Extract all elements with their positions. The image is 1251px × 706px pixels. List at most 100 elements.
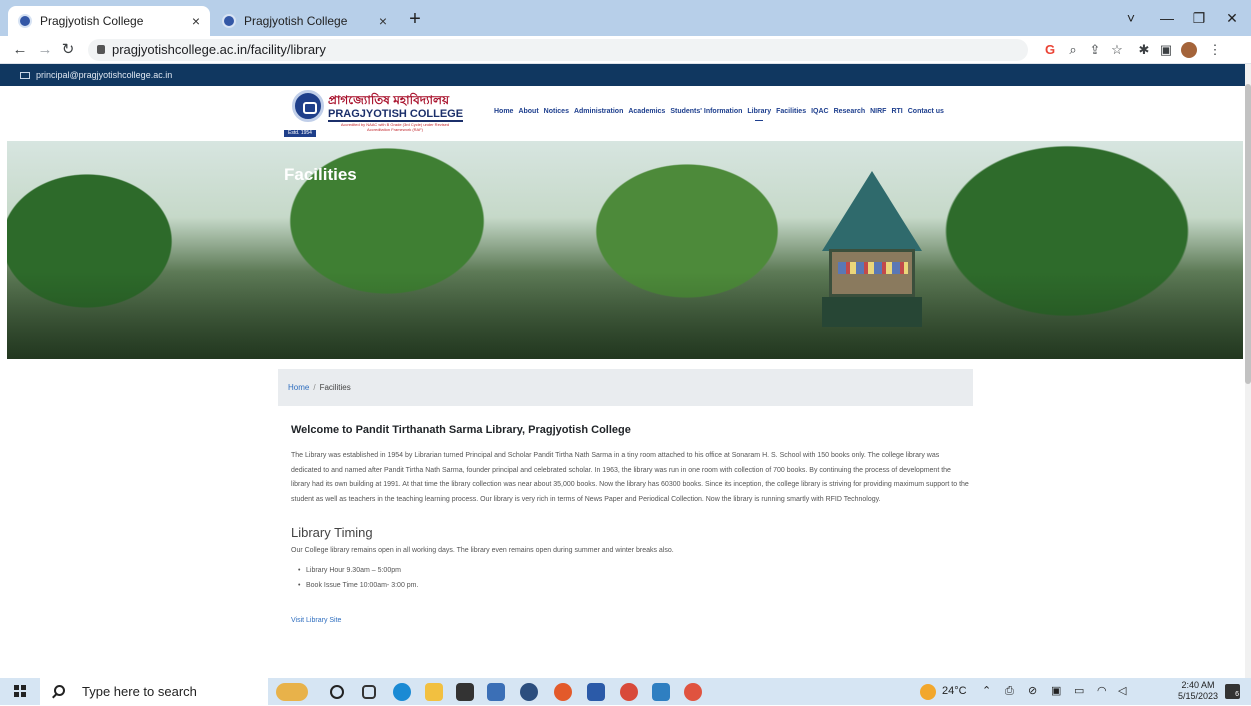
photos-icon[interactable] — [652, 683, 670, 701]
search-placeholder: Type here to search — [82, 684, 197, 699]
chrome-profile-icon[interactable] — [620, 683, 638, 701]
sidepanel-icon[interactable]: ▣ — [1158, 42, 1174, 58]
battery-icon[interactable]: ▭ — [1074, 678, 1084, 705]
tray-app-icon[interactable]: ⎙ — [1005, 678, 1014, 705]
logo-tagline: Accredited by NAAC with B Grade (3rd Cyc… — [340, 122, 450, 132]
visit-library-link[interactable]: Visit Library Site — [291, 617, 971, 624]
timing-list: Library Hour 9.30am – 5:00pm Book Issue … — [291, 563, 971, 593]
wifi-icon[interactable]: ◠ — [1097, 678, 1107, 705]
taskbar-search-input[interactable]: Type here to search — [40, 678, 268, 705]
word-icon[interactable] — [587, 683, 605, 701]
reload-icon[interactable]: ↻ — [58, 40, 78, 60]
url-text: pragjyotishcollege.ac.in/facility/librar… — [112, 42, 326, 57]
notification-icon[interactable]: 6 — [1225, 684, 1240, 699]
logo-english-name: PRAGJYOTISH COLLEGE — [328, 108, 464, 122]
nav-students-information[interactable]: Students' Information — [670, 108, 742, 115]
nav-nirf[interactable]: NIRF — [870, 108, 886, 115]
task-view-icon[interactable] — [362, 685, 376, 699]
nav-about[interactable]: About — [518, 108, 538, 115]
breadcrumb: Home / Facilities — [278, 369, 973, 406]
chrome-icon[interactable] — [554, 683, 572, 701]
page-scrollbar[interactable] — [1245, 64, 1251, 678]
weather-sun-icon[interactable] — [920, 684, 936, 700]
weather-widget-icon[interactable] — [276, 683, 308, 701]
extensions-icon[interactable]: ✱ — [1136, 42, 1152, 58]
store-icon[interactable] — [456, 683, 474, 701]
estd-label: Estd. 1954 — [284, 130, 316, 137]
breadcrumb-current: Facilities — [319, 383, 351, 392]
timing-text: Our College library remains open in all … — [291, 547, 674, 554]
main-content: Welcome to Pandit Tirthanath Sarma Libra… — [291, 415, 971, 624]
profile-avatar[interactable] — [1181, 42, 1197, 58]
new-tab-button[interactable]: + — [401, 6, 429, 32]
nav-iqac[interactable]: IQAC — [811, 108, 829, 115]
volume-icon[interactable]: ◁ — [1118, 678, 1126, 705]
browser-tab-strip: Pragjyotish College × Pragjyotish Colleg… — [0, 0, 1251, 36]
weather-temp[interactable]: 24°C — [942, 678, 967, 705]
browser-toolbar: ← → ↻ pragjyotishcollege.ac.in/facility/… — [0, 36, 1251, 64]
hero-banner — [7, 141, 1243, 359]
nav-administration[interactable]: Administration — [574, 108, 623, 115]
zoom-icon[interactable]: ⌕ — [1065, 42, 1081, 58]
close-tab-icon[interactable]: × — [192, 6, 200, 36]
taskbar-clock[interactable]: 2:40 AM 5/15/2023 — [1178, 680, 1218, 702]
site-header: Estd. 1954 প্ৰাগজ্যোতিষ মহাবিদ্যালয় PRA… — [0, 86, 1245, 141]
main-nav: Home About Notices Administration Academ… — [494, 108, 944, 121]
browser-tab-1[interactable]: Pragjyotish College × — [8, 6, 210, 36]
list-item: Book Issue Time 10:00am- 3:00 pm. — [298, 578, 971, 593]
breadcrumb-separator: / — [313, 383, 316, 392]
nav-academics[interactable]: Academics — [628, 108, 665, 115]
timing-heading: Library Timing — [291, 525, 373, 540]
tower-roof — [822, 171, 922, 251]
mail-icon — [20, 72, 30, 79]
forward-icon[interactable]: → — [35, 40, 55, 60]
windows-start-icon[interactable] — [14, 685, 26, 697]
tray-chevron-icon[interactable]: ⌃ — [982, 678, 991, 705]
nav-contact-us[interactable]: Contact us — [908, 108, 944, 115]
scrollbar-thumb[interactable] — [1245, 84, 1251, 384]
search-icon — [54, 685, 65, 696]
tab-title: Pragjyotish College — [40, 14, 144, 28]
favicon-icon — [18, 14, 32, 28]
favicon-icon — [222, 14, 236, 28]
chrome-alt-icon[interactable] — [684, 683, 702, 701]
library-description: The Library was established in 1954 by L… — [291, 452, 969, 503]
menu-icon[interactable]: ⋮ — [1207, 42, 1223, 58]
clock-date: 5/15/2023 — [1178, 691, 1219, 701]
tower-base — [822, 297, 922, 327]
nav-rti[interactable]: RTI — [891, 108, 902, 115]
breadcrumb-home[interactable]: Home — [288, 383, 309, 392]
nav-facilities[interactable]: Facilities — [776, 108, 806, 115]
windows-taskbar: Type here to search 24°C ⌃ ⎙ ⊘ ▣ ▭ ◠ ◁ 2… — [0, 678, 1251, 705]
page-heading: Welcome to Pandit Tirthanath Sarma Libra… — [291, 424, 631, 436]
tower-body — [829, 249, 915, 297]
google-icon[interactable]: G — [1042, 42, 1058, 58]
close-window-button[interactable]: ✕ — [1213, 0, 1251, 36]
nav-library[interactable]: Library — [747, 108, 771, 121]
hero-title: Facilities — [284, 165, 357, 184]
tab-search-icon[interactable]: ˅ — [1112, 0, 1150, 36]
tab-title: Pragjyotish College — [244, 14, 348, 28]
browser-tab-2[interactable]: Pragjyotish College × — [212, 6, 397, 36]
college-logo-icon[interactable] — [292, 90, 324, 122]
edge-icon[interactable] — [393, 683, 411, 701]
search-app-icon[interactable] — [520, 683, 538, 701]
contact-email[interactable]: principal@pragjyotishcollege.ac.in — [36, 70, 172, 80]
tray-security-icon[interactable]: ⊘ — [1028, 678, 1037, 705]
bookmark-star-icon[interactable]: ☆ — [1109, 42, 1125, 58]
share-icon[interactable]: ⇪ — [1087, 42, 1103, 58]
list-item: Library Hour 9.30am – 5:00pm — [298, 563, 971, 578]
clock-time: 2:40 AM — [1181, 680, 1215, 690]
nav-home[interactable]: Home — [494, 108, 513, 115]
back-icon[interactable]: ← — [10, 40, 30, 60]
lock-icon — [97, 45, 105, 54]
nav-research[interactable]: Research — [834, 108, 866, 115]
close-tab-icon[interactable]: × — [379, 6, 387, 36]
site-top-bar: principal@pragjyotishcollege.ac.in — [0, 64, 1245, 86]
tray-display-icon[interactable]: ▣ — [1051, 678, 1061, 705]
cortana-icon[interactable] — [330, 685, 344, 699]
file-explorer-icon[interactable] — [425, 683, 443, 701]
nav-notices[interactable]: Notices — [544, 108, 569, 115]
address-bar[interactable]: pragjyotishcollege.ac.in/facility/librar… — [88, 39, 1028, 61]
mail-icon[interactable] — [487, 683, 505, 701]
